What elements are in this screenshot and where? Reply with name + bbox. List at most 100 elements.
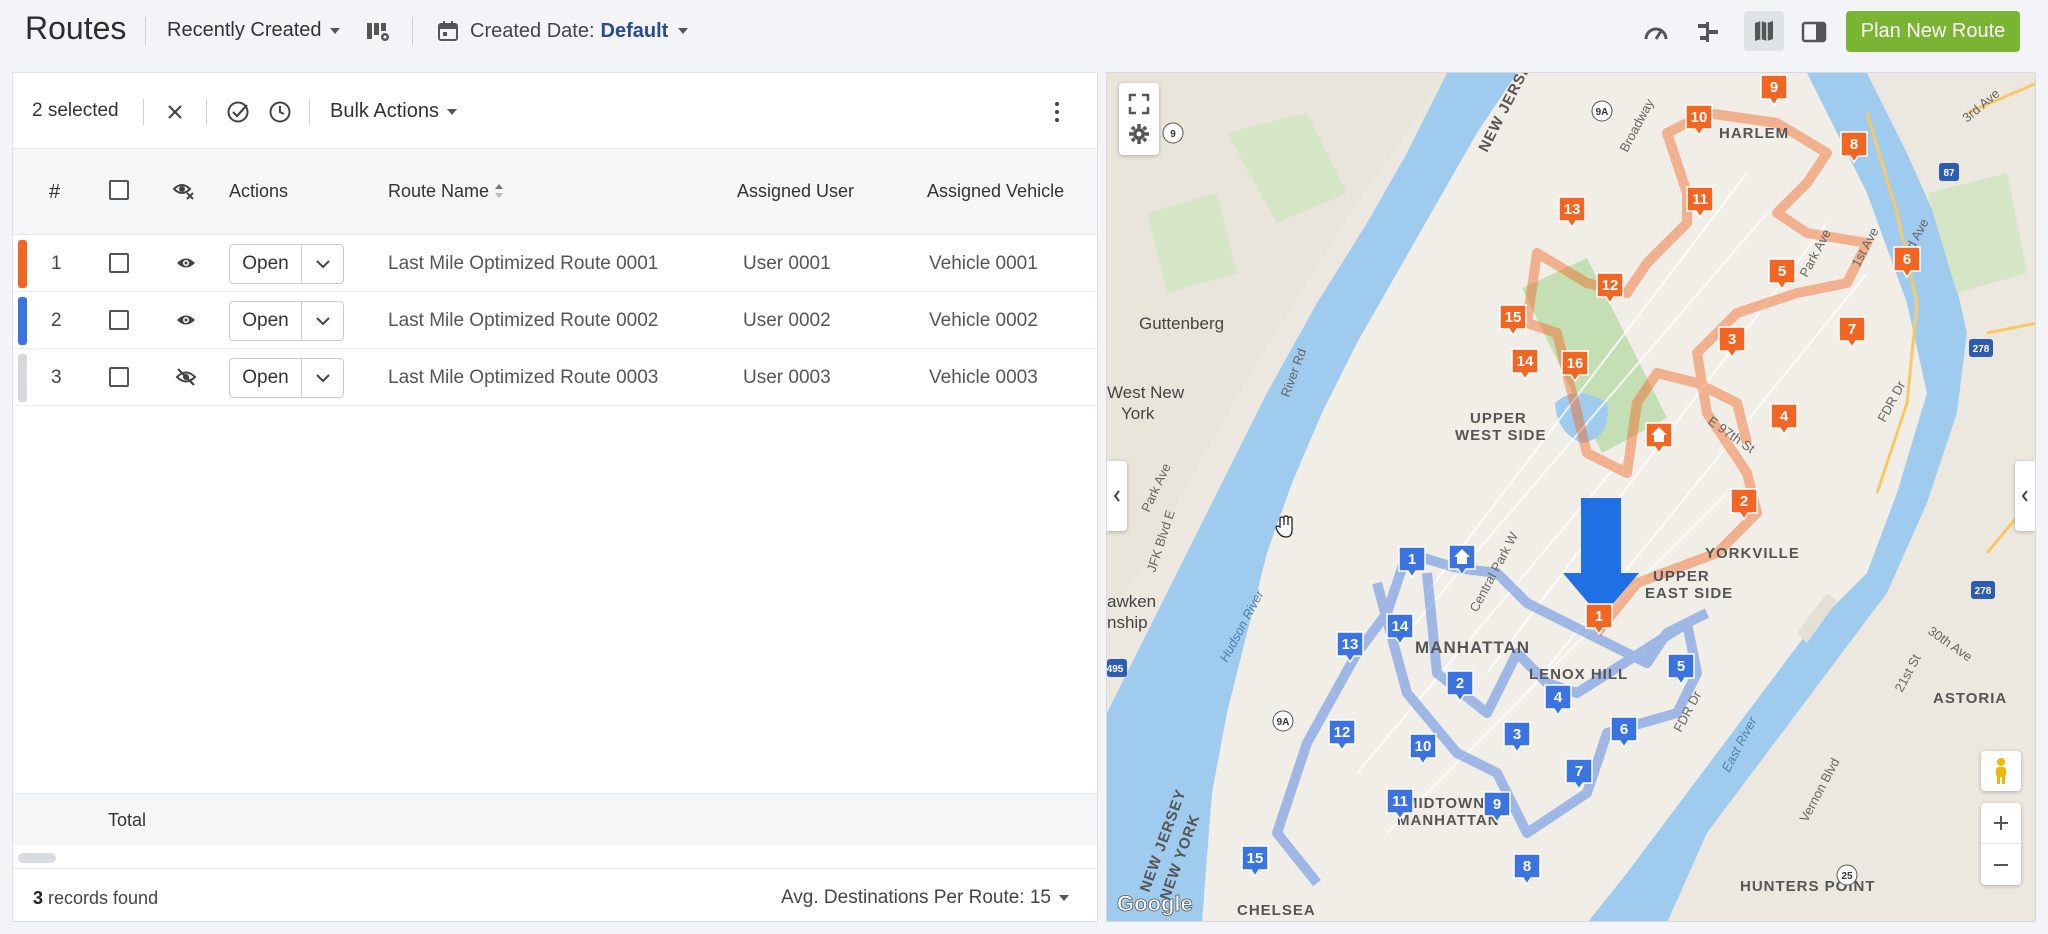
select-all-checkbox[interactable] <box>109 180 129 205</box>
stop-number: 11 <box>1692 191 1708 208</box>
stop-number: 11 <box>1392 793 1408 810</box>
label-upper-east-side: EAST SIDE <box>1645 585 1733 602</box>
stop-number: 6 <box>1903 251 1911 268</box>
label-harlem: HARLEM <box>1719 125 1789 142</box>
row-checkbox[interactable] <box>109 310 129 330</box>
side-panel-icon[interactable] <box>1800 18 1828 46</box>
row-index: 2 <box>51 310 62 331</box>
label-upper-west-side: UPPER <box>1470 410 1527 427</box>
route-name: Last Mile Optimized Route 0001 <box>388 253 659 274</box>
sort-dropdown[interactable]: Recently Created <box>167 19 340 42</box>
divider <box>206 99 207 125</box>
top-bar: Routes Recently Created Created Date: De… <box>0 0 2048 62</box>
selection-toolbar: 2 selected Bulk Actions <box>13 73 1097 149</box>
open-route-button[interactable]: Open <box>230 245 302 283</box>
plan-new-route-button[interactable]: Plan New Route <box>1846 11 2020 52</box>
caret-down-icon <box>1059 895 1069 901</box>
fullscreen-icon[interactable] <box>1128 93 1150 115</box>
horizontal-scrollbar[interactable] <box>18 853 56 863</box>
timeline-view-icon[interactable] <box>1694 18 1722 46</box>
stop-number: 10 <box>1415 738 1432 755</box>
route-shield-label: 9A <box>1596 107 1609 118</box>
open-route-button[interactable]: Open <box>230 302 302 340</box>
hand-cursor-icon <box>1275 515 1295 544</box>
chevron-down-icon[interactable] <box>302 302 343 340</box>
collapse-left-handle[interactable] <box>1107 461 1127 531</box>
column-route-name[interactable]: Route Name <box>388 181 504 202</box>
stop-number: 5 <box>1677 658 1685 675</box>
stop-number: 14 <box>1517 353 1534 370</box>
table-row[interactable]: 2 Open Last Mile Optimized Route 0002 Us… <box>13 292 1098 349</box>
stop-number: 5 <box>1778 263 1786 280</box>
chevron-down-icon[interactable] <box>302 359 343 397</box>
open-route-button[interactable]: Open <box>230 359 302 397</box>
routes-table-panel: 2 selected Bulk Actions # Actions Route … <box>12 72 1098 922</box>
map-canvas[interactable]: Guttenberg West New York awken nship HAR… <box>1107 73 2036 922</box>
column-route-name-label: Route Name <box>388 181 490 201</box>
total-label: Total <box>108 810 147 830</box>
route-shield-label: 25 <box>1841 871 1853 882</box>
visibility-toggle-all-icon[interactable] <box>172 179 195 206</box>
stop-number: 16 <box>1567 355 1584 372</box>
row-index: 3 <box>51 367 62 388</box>
bulk-actions-dropdown[interactable]: Bulk Actions <box>330 100 457 123</box>
date-filter-prefix: Created Date: <box>470 19 595 42</box>
route-shield-label: 9 <box>1170 129 1176 140</box>
chevron-down-icon[interactable] <box>302 245 343 283</box>
stop-number: 15 <box>1247 850 1264 867</box>
more-options-icon[interactable] <box>1047 97 1067 127</box>
gear-icon[interactable] <box>1128 123 1150 145</box>
row-checkbox[interactable] <box>109 253 129 273</box>
caret-down-icon <box>678 28 689 34</box>
eye-icon[interactable] <box>173 252 199 274</box>
route-shield-label: 87 <box>1943 168 1955 179</box>
pegman-icon[interactable] <box>1981 751 2021 791</box>
open-route-button-group: Open <box>229 244 344 284</box>
stop-number: 2 <box>1740 493 1748 510</box>
board-settings-icon[interactable] <box>364 18 392 46</box>
stop-number: 12 <box>1602 277 1619 294</box>
stop-number: 9 <box>1493 796 1501 813</box>
stop-number: 12 <box>1334 724 1351 741</box>
table-row[interactable]: 1 Open Last Mile Optimized Route 0001 Us… <box>13 235 1098 292</box>
label-lenox-hill: LENOX HILL <box>1529 666 1628 683</box>
expand-right-handle[interactable] <box>2015 461 2035 531</box>
label-manhattan: MANHATTAN <box>1415 638 1530 657</box>
speedometer-icon[interactable] <box>1642 18 1670 46</box>
stop-number: 10 <box>1691 109 1708 126</box>
column-assigned-vehicle: Assigned Vehicle <box>927 181 1065 201</box>
label-yorkville: YORKVILLE <box>1705 545 1800 562</box>
assigned-user: User 0001 <box>743 253 831 274</box>
label-west-new-york: York <box>1121 404 1155 423</box>
total-row: Total <box>13 793 1097 845</box>
table-footer: 3 records found Avg. Destinations Per Ro… <box>13 868 1097 922</box>
created-date-filter[interactable]: Created Date: Default <box>436 19 689 43</box>
table-header: # Actions Route Name Assigned User Assig… <box>13 149 1097 235</box>
route-name: Last Mile Optimized Route 0002 <box>388 310 659 331</box>
clear-selection-icon[interactable] <box>160 97 190 127</box>
row-checkbox[interactable] <box>109 367 129 387</box>
sort-dropdown-label: Recently Created <box>167 19 322 41</box>
route-color-indicator <box>18 354 27 402</box>
stop-number: 13 <box>1342 636 1359 653</box>
check-circle-icon[interactable] <box>223 97 253 127</box>
table-row[interactable]: 3 Open Last Mile Optimized Route 0003 Us… <box>13 349 1098 406</box>
stop-number: 9 <box>1770 79 1778 96</box>
stop-number: 8 <box>1850 136 1858 153</box>
route-shield-label: 495 <box>1107 664 1124 675</box>
clock-icon[interactable] <box>265 97 295 127</box>
zoom-in-icon[interactable] <box>1981 803 2021 844</box>
zoom-out-icon[interactable] <box>1981 844 2021 885</box>
row-index: 1 <box>51 253 62 274</box>
stop-number: 2 <box>1456 675 1464 692</box>
assigned-vehicle: Vehicle 0001 <box>929 253 1038 274</box>
avg-destinations-dropdown[interactable]: Avg. Destinations Per Route: 15 <box>781 887 1069 909</box>
stop-number: 6 <box>1620 721 1628 738</box>
google-logo: Google <box>1117 891 1193 916</box>
map-view-icon[interactable] <box>1744 11 1784 51</box>
stop-number: 15 <box>1505 309 1522 326</box>
eye-off-icon[interactable] <box>173 366 199 388</box>
avg-destinations-label: Avg. Destinations Per Route: 15 <box>780 887 1051 908</box>
eye-icon[interactable] <box>173 309 199 331</box>
route-map[interactable]: Guttenberg West New York awken nship HAR… <box>1106 72 2036 922</box>
